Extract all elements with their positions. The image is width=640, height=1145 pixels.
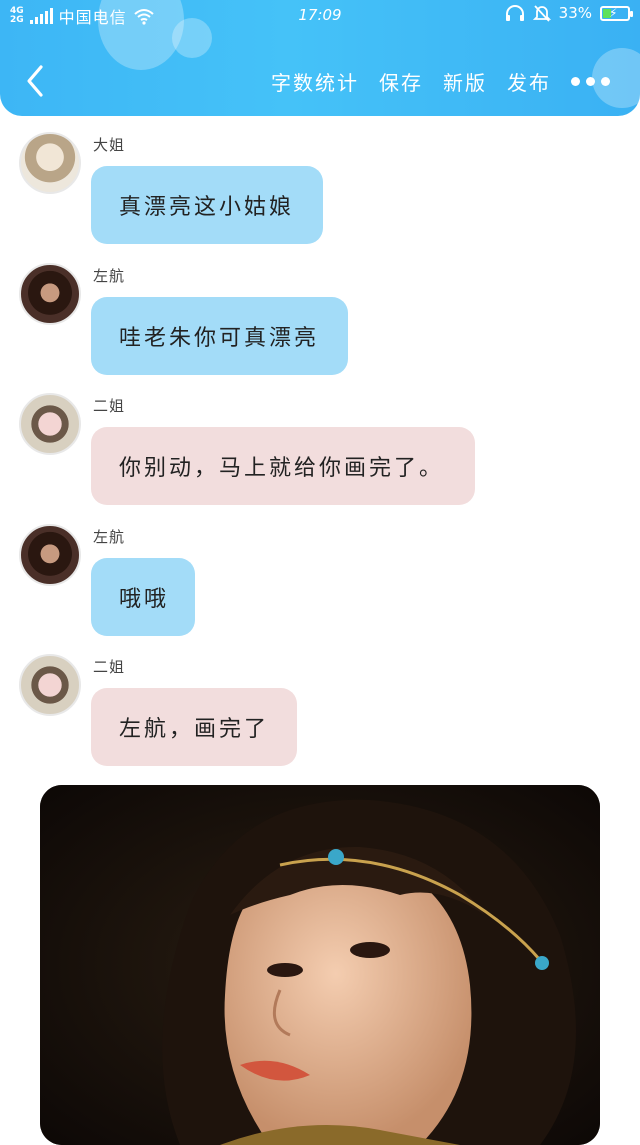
avatar-erjie[interactable]	[19, 393, 81, 455]
word-count-button[interactable]: 字数统计	[271, 67, 359, 96]
shared-photo[interactable]	[40, 785, 600, 1145]
app-header: 4G 2G 中国电信 17:09 33% ⚡ 字数统计 保存 新版 发布	[0, 0, 640, 116]
toolbar: 字数统计 保存 新版 发布	[271, 64, 610, 98]
publish-button[interactable]: 发布	[507, 67, 551, 96]
sender-name: 左航	[93, 528, 126, 546]
avatar-dajie[interactable]	[19, 132, 81, 194]
avatar-erjie[interactable]	[19, 654, 81, 716]
chevron-left-icon	[27, 65, 43, 97]
battery-percent: 33%	[558, 4, 592, 22]
mute-bell-icon	[532, 5, 551, 22]
message-bubble[interactable]: 哇老朱你可真漂亮	[91, 297, 348, 375]
message-bubble[interactable]: 左航，画完了	[91, 688, 297, 766]
charging-bolt-icon: ⚡	[609, 5, 618, 20]
avatar-zuohang[interactable]	[19, 524, 81, 586]
message-bubble[interactable]: 哦哦	[91, 558, 195, 636]
sender-name: 二姐	[93, 397, 126, 415]
portrait-photo	[40, 785, 600, 1145]
new-version-button[interactable]: 新版	[443, 67, 487, 96]
avatar-zuohang[interactable]	[19, 263, 81, 325]
back-button[interactable]	[20, 62, 50, 100]
headphones-icon	[505, 5, 524, 21]
status-bar: 4G 2G 中国电信 17:09 33% ⚡	[0, 0, 640, 32]
battery-icon: ⚡	[600, 5, 633, 21]
sender-name: 大姐	[93, 136, 126, 154]
sender-name: 左航	[93, 267, 126, 285]
message-bubble[interactable]: 你别动，马上就给你画完了。	[91, 427, 475, 505]
sender-name: 二姐	[93, 658, 126, 676]
message-bubble[interactable]: 真漂亮这小姑娘	[91, 166, 323, 244]
more-button[interactable]	[571, 76, 610, 86]
save-button[interactable]: 保存	[379, 67, 423, 96]
more-dots-icon	[571, 76, 580, 86]
